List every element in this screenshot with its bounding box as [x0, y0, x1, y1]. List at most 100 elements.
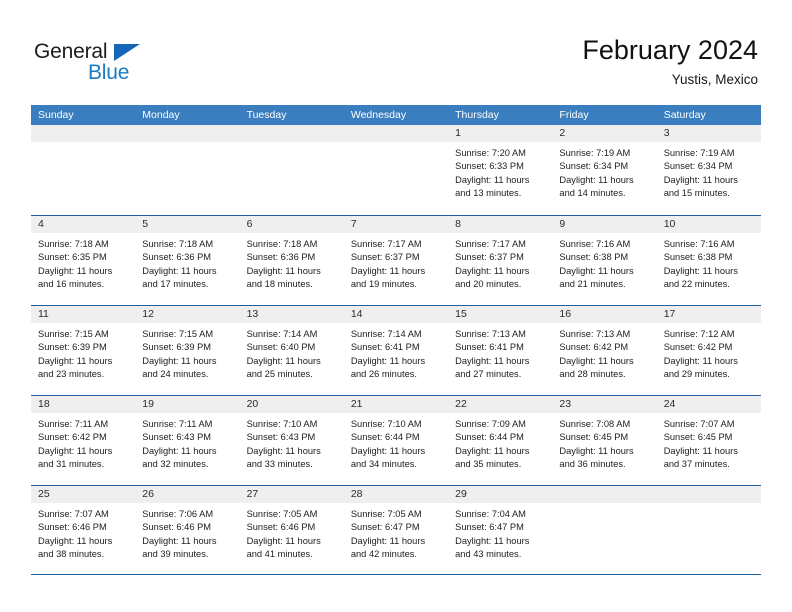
- day-sun-info: Sunrise: 7:04 AM Sunset: 6:47 PM Daylight:…: [448, 503, 552, 562]
- daylight-duration-cont: and 29 minutes.: [663, 369, 730, 380]
- calendar-day-cell[interactable]: 14 Sunrise: 7:14 AM Sunset: 6:41 PM Dayligh…: [343, 306, 449, 395]
- daylight-duration-cont: and 23 minutes.: [38, 369, 105, 380]
- calendar-day-cell[interactable]: 18 Sunrise: 7:11 AM Sunset: 6:42 PM Dayligh…: [31, 396, 136, 485]
- calendar-grid: Sunday Monday Tuesday Wednesday Thursday Frid…: [31, 105, 761, 575]
- daylight-duration-cont: and 19 minutes.: [350, 279, 417, 290]
- calendar-day-cell[interactable]: 19 Sunrise: 7:11 AM Sunset: 6:43 PM Dayligh…: [135, 396, 240, 485]
- calendar-day-cell[interactable]: 2 Sunrise: 7:19 AM Sunset: 6:34 PM Daylight…: [552, 125, 657, 215]
- day-number: 12: [135, 306, 240, 323]
- day-sun-info: Sunrise: 7:08 AM Sunset: 6:45 PM Daylight:…: [552, 413, 656, 472]
- day-number: 25: [31, 486, 136, 503]
- day-sun-info: Sunrise: 7:05 AM Sunset: 6:46 PM Daylight:…: [240, 503, 344, 562]
- day-sun-info: Sunrise: 7:09 AM Sunset: 6:44 PM Daylight:…: [448, 413, 552, 472]
- day-number: 11: [31, 306, 136, 323]
- daylight-duration-cont: and 15 minutes.: [663, 188, 730, 199]
- calendar-day-cell[interactable]: 24 Sunrise: 7:07 AM Sunset: 6:45 PM Dayligh…: [656, 396, 761, 485]
- daylight-duration-cont: and 17 minutes.: [142, 279, 209, 290]
- day-sun-info: Sunrise: 7:11 AM Sunset: 6:43 PM Daylight:…: [135, 413, 239, 472]
- sunset-time: Sunset: 6:46 PM: [142, 522, 212, 533]
- calendar-day-cell[interactable]: 16 Sunrise: 7:13 AM Sunset: 6:42 PM Dayligh…: [552, 306, 657, 395]
- calendar-day-cell[interactable]: 27 Sunrise: 7:05 AM Sunset: 6:46 PM Dayligh…: [239, 486, 344, 574]
- day-sun-info: Sunrise: 7:17 AM Sunset: 6:37 PM Daylight:…: [448, 233, 552, 292]
- sunrise-time: Sunrise: 7:15 AM: [142, 329, 214, 339]
- calendar-day-cell[interactable]: 4 Sunrise: 7:18 AM Sunset: 6:35 PM Daylight…: [31, 216, 136, 305]
- sunset-time: Sunset: 6:47 PM: [350, 522, 420, 533]
- day-number: [552, 486, 657, 503]
- calendar-day-cell[interactable]: 1 Sunrise: 7:20 AM Sunset: 6:33 PM Daylight…: [448, 125, 553, 215]
- sunset-time: Sunset: 6:43 PM: [246, 432, 316, 443]
- logo-text-blue: Blue: [88, 61, 130, 84]
- calendar-day-cell[interactable]: 23 Sunrise: 7:08 AM Sunset: 6:45 PM Dayligh…: [552, 396, 657, 485]
- sunset-time: Sunset: 6:45 PM: [559, 432, 629, 443]
- daylight-duration: Daylight: 11 hours: [38, 445, 113, 456]
- daylight-duration-cont: and 27 minutes.: [455, 369, 522, 380]
- calendar-day-cell[interactable]: 5 Sunrise: 7:18 AM Sunset: 6:36 PM Daylight…: [135, 216, 240, 305]
- day-number: 23: [552, 396, 657, 413]
- day-sun-info: Sunrise: 7:18 AM Sunset: 6:36 PM Daylight:…: [240, 233, 344, 292]
- day-sun-info: Sunrise: 7:07 AM Sunset: 6:46 PM Daylight:…: [31, 503, 135, 562]
- daylight-duration: Daylight: 11 hours: [663, 355, 738, 366]
- sunrise-time: Sunrise: 7:11 AM: [142, 419, 213, 429]
- sunset-time: Sunset: 6:37 PM: [455, 252, 524, 263]
- daylight-duration-cont: and 32 minutes.: [142, 459, 209, 470]
- day-sun-info: Sunrise: 7:20 AM Sunset: 6:33 PM Daylight:…: [448, 142, 552, 201]
- calendar-day-cell[interactable]: 8 Sunrise: 7:17 AM Sunset: 6:37 PM Daylight…: [448, 216, 553, 305]
- calendar-day-cell[interactable]: 22 Sunrise: 7:09 AM Sunset: 6:44 PM Dayligh…: [448, 396, 553, 485]
- daylight-duration: Daylight: 11 hours: [350, 265, 426, 276]
- day-sun-info: Sunrise: 7:16 AM Sunset: 6:38 PM Daylight:…: [657, 233, 761, 292]
- calendar-day-cell[interactable]: 12 Sunrise: 7:15 AM Sunset: 6:39 PM Dayligh…: [135, 306, 240, 395]
- sunrise-time: Sunrise: 7:16 AM: [559, 239, 631, 249]
- sunset-time: Sunset: 6:42 PM: [38, 432, 107, 443]
- sunrise-time: Sunrise: 7:19 AM: [663, 148, 735, 158]
- calendar-day-cell-empty: [552, 486, 657, 574]
- calendar-day-cell[interactable]: 29 Sunrise: 7:04 AM Sunset: 6:47 PM Dayligh…: [448, 486, 553, 574]
- calendar-day-cell[interactable]: 25 Sunrise: 7:07 AM Sunset: 6:46 PM Dayligh…: [31, 486, 136, 574]
- title-block: February 2024 Yustis, Mexico: [582, 34, 758, 90]
- sunrise-time: Sunrise: 7:05 AM: [246, 509, 318, 519]
- calendar-day-cell[interactable]: 20 Sunrise: 7:10 AM Sunset: 6:43 PM Dayligh…: [239, 396, 344, 485]
- sunrise-time: Sunrise: 7:10 AM: [246, 419, 318, 429]
- calendar-day-cell[interactable]: 6 Sunrise: 7:18 AM Sunset: 6:36 PM Daylight…: [239, 216, 344, 305]
- day-number: 19: [135, 396, 240, 413]
- daylight-duration-cont: and 35 minutes.: [455, 459, 522, 470]
- daylight-duration-cont: and 38 minutes.: [38, 549, 105, 560]
- sunrise-time: Sunrise: 7:18 AM: [38, 239, 109, 249]
- calendar-day-cell[interactable]: 3 Sunrise: 7:19 AM Sunset: 6:34 PM Daylight…: [656, 125, 761, 215]
- sunrise-time: Sunrise: 7:17 AM: [350, 239, 422, 249]
- calendar-day-cell[interactable]: 21 Sunrise: 7:10 AM Sunset: 6:44 PM Dayligh…: [343, 396, 449, 485]
- weekday-header-friday: Friday: [559, 109, 589, 121]
- calendar-day-cell[interactable]: 11 Sunrise: 7:15 AM Sunset: 6:39 PM Dayligh…: [31, 306, 136, 395]
- daylight-duration-cont: and 25 minutes.: [246, 369, 313, 380]
- calendar-day-cell[interactable]: 17 Sunrise: 7:12 AM Sunset: 6:42 PM Dayligh…: [656, 306, 761, 395]
- calendar-day-cell[interactable]: 26 Sunrise: 7:06 AM Sunset: 6:46 PM Dayligh…: [135, 486, 240, 574]
- day-number: 24: [656, 396, 761, 413]
- daylight-duration: Daylight: 11 hours: [142, 355, 217, 366]
- weekday-header-thursday: Thursday: [455, 109, 499, 121]
- daylight-duration-cont: and 36 minutes.: [559, 459, 626, 470]
- day-number: 6: [239, 216, 344, 233]
- calendar-day-cell[interactable]: 7 Sunrise: 7:17 AM Sunset: 6:37 PM Daylight…: [343, 216, 449, 305]
- day-sun-info: Sunrise: 7:06 AM Sunset: 6:46 PM Daylight:…: [135, 503, 239, 562]
- daylight-duration: Daylight: 11 hours: [142, 535, 217, 546]
- calendar-day-cell[interactable]: 13 Sunrise: 7:14 AM Sunset: 6:40 PM Dayligh…: [239, 306, 344, 395]
- daylight-duration: Daylight: 11 hours: [455, 445, 530, 456]
- sunset-time: Sunset: 6:43 PM: [142, 432, 212, 443]
- calendar-day-cell-empty: [343, 125, 449, 215]
- daylight-duration-cont: and 14 minutes.: [559, 188, 626, 199]
- daylight-duration: Daylight: 11 hours: [663, 445, 738, 456]
- sunrise-time: Sunrise: 7:05 AM: [350, 509, 422, 519]
- daylight-duration-cont: and 21 minutes.: [559, 279, 626, 290]
- calendar-day-cell[interactable]: 9 Sunrise: 7:16 AM Sunset: 6:38 PM Daylight…: [552, 216, 657, 305]
- day-sun-info: Sunrise: 7:14 AM Sunset: 6:40 PM Daylight:…: [240, 323, 344, 382]
- day-sun-info: Sunrise: 7:07 AM Sunset: 6:45 PM Daylight:…: [657, 413, 761, 472]
- calendar-day-cell[interactable]: 10 Sunrise: 7:16 AM Sunset: 6:38 PM Dayligh…: [656, 216, 761, 305]
- calendar-day-cell[interactable]: 28 Sunrise: 7:05 AM Sunset: 6:47 PM Dayligh…: [343, 486, 449, 574]
- day-number: 8: [448, 216, 553, 233]
- daylight-duration-cont: and 24 minutes.: [142, 369, 209, 380]
- calendar-page: General Blue February 2024 Yustis, Mexic…: [0, 0, 792, 612]
- day-sun-info: Sunrise: 7:18 AM Sunset: 6:35 PM Daylight:…: [31, 233, 135, 292]
- calendar-day-cell-empty: [656, 486, 761, 574]
- calendar-day-cell[interactable]: 15 Sunrise: 7:13 AM Sunset: 6:41 PM Dayligh…: [448, 306, 553, 395]
- weekday-header-monday: Monday: [142, 109, 180, 121]
- day-sun-info: Sunrise: 7:18 AM Sunset: 6:36 PM Daylight:…: [135, 233, 239, 292]
